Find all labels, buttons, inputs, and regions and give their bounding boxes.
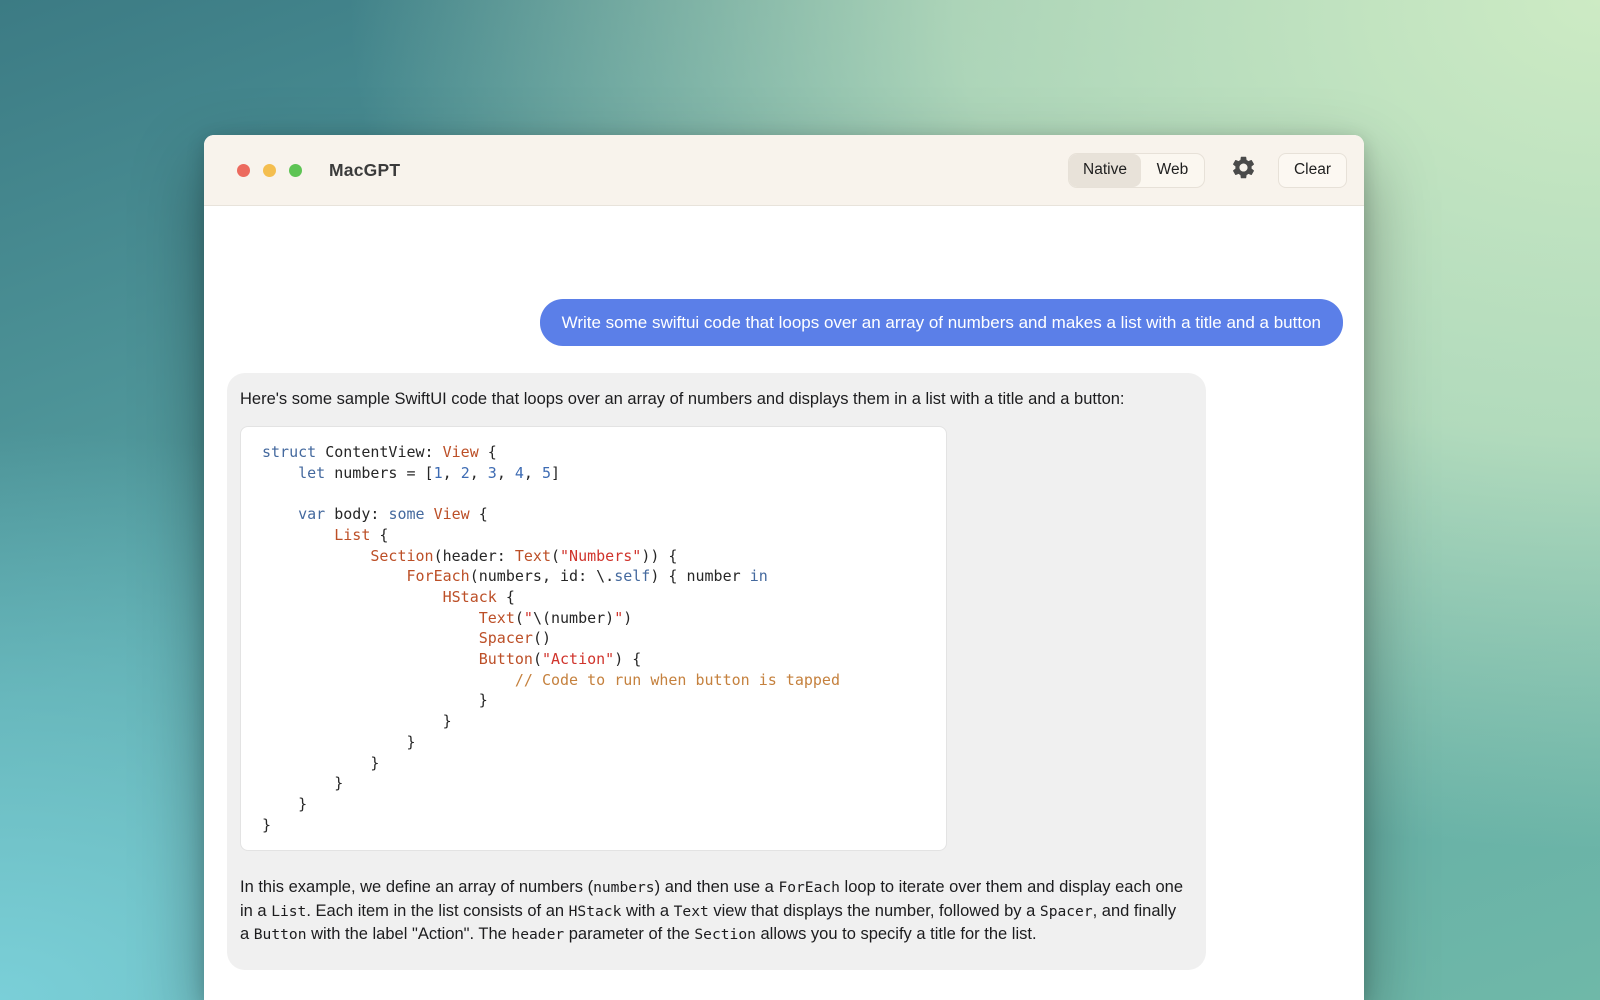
macgpt-window: MacGPT NativeWeb Clear Write some swiftu… bbox=[204, 135, 1364, 1000]
code-line: } bbox=[262, 732, 936, 753]
assistant-message-bubble: Here's some sample SwiftUI code that loo… bbox=[227, 373, 1206, 970]
code-line: } bbox=[262, 690, 936, 711]
chat-area: Write some swiftui code that loops over … bbox=[204, 206, 1364, 1000]
traffic-lights bbox=[237, 164, 302, 177]
code-line: var body: some View { bbox=[262, 504, 936, 525]
code-line: Button("Action") { bbox=[262, 649, 936, 670]
code-line: let numbers = [1, 2, 3, 4, 5] bbox=[262, 463, 936, 484]
close-window-button[interactable] bbox=[237, 164, 250, 177]
code-line: } bbox=[262, 711, 936, 732]
titlebar-controls: NativeWeb Clear bbox=[1068, 153, 1347, 188]
zoom-window-button[interactable] bbox=[289, 164, 302, 177]
assistant-intro-text: Here's some sample SwiftUI code that loo… bbox=[240, 390, 1193, 409]
inline-code: Spacer bbox=[1040, 903, 1093, 920]
code-line: } bbox=[262, 815, 936, 836]
gear-icon bbox=[1230, 154, 1257, 186]
explanation-text: In this example, we define an array of n… bbox=[240, 876, 1193, 946]
inline-code: numbers bbox=[593, 879, 655, 896]
code-line: } bbox=[262, 753, 936, 774]
inline-code: ForEach bbox=[778, 879, 840, 896]
inline-code: Section bbox=[694, 926, 756, 943]
inline-code: Text bbox=[674, 903, 709, 920]
settings-button[interactable] bbox=[1230, 154, 1257, 186]
inline-code: header bbox=[511, 926, 564, 943]
user-message-bubble: Write some swiftui code that loops over … bbox=[540, 299, 1343, 346]
window-title: MacGPT bbox=[329, 160, 400, 181]
code-line: Spacer() bbox=[262, 628, 936, 649]
inline-code: List bbox=[271, 903, 306, 920]
minimize-window-button[interactable] bbox=[263, 164, 276, 177]
code-line bbox=[262, 483, 936, 504]
code-line: } bbox=[262, 773, 936, 794]
mode-segmented-control: NativeWeb bbox=[1068, 153, 1205, 188]
user-message-row: Write some swiftui code that loops over … bbox=[227, 299, 1343, 346]
inline-code: HStack bbox=[569, 903, 622, 920]
code-line: } bbox=[262, 794, 936, 815]
swift-code-block[interactable]: struct ContentView: View { let numbers =… bbox=[240, 426, 947, 851]
code-line: // Code to run when button is tapped bbox=[262, 670, 936, 691]
code-line: Section(header: Text("Numbers")) { bbox=[262, 546, 936, 567]
code-line: Text("\(number)") bbox=[262, 608, 936, 629]
code-line: ForEach(numbers, id: \.self) { number in bbox=[262, 566, 936, 587]
code-line: HStack { bbox=[262, 587, 936, 608]
segment-web[interactable]: Web bbox=[1141, 154, 1204, 187]
titlebar: MacGPT NativeWeb Clear bbox=[204, 135, 1364, 206]
inline-code: Button bbox=[254, 926, 307, 943]
clear-button[interactable]: Clear bbox=[1278, 153, 1347, 188]
code-line: struct ContentView: View { bbox=[262, 442, 936, 463]
segment-native[interactable]: Native bbox=[1069, 154, 1141, 187]
code-line: List { bbox=[262, 525, 936, 546]
